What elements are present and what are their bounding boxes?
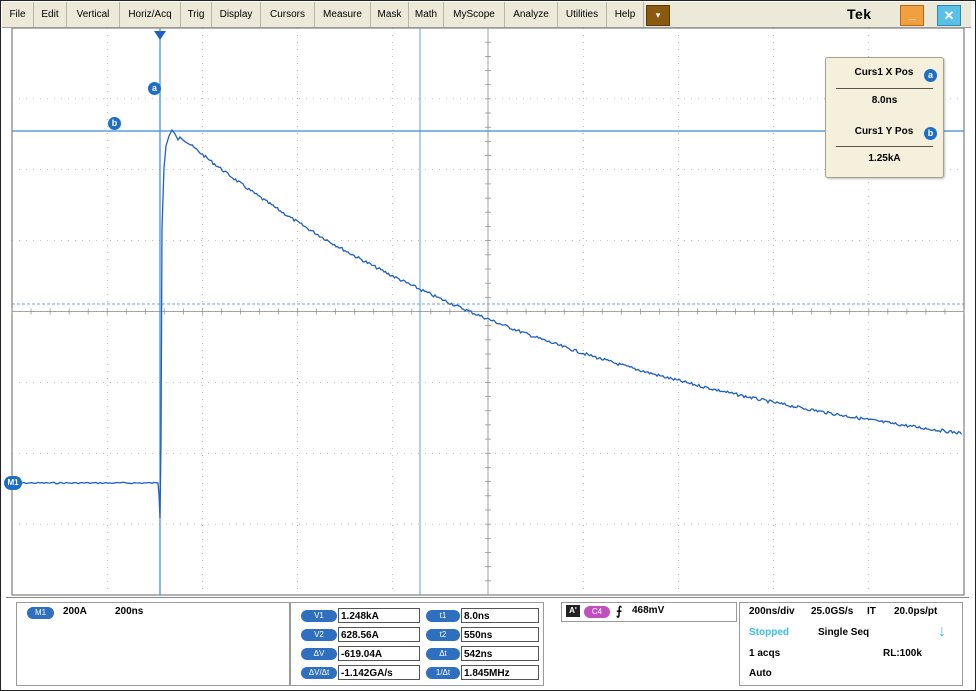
delta-t-value: 542ns [461, 646, 539, 661]
slew-value: -1.142GA/s [338, 665, 420, 680]
menu-myscope[interactable]: MyScope [444, 2, 505, 27]
curs1-y-value: 1.25kA [868, 153, 901, 164]
menu-mask[interactable]: Mask [371, 2, 409, 27]
menu-file[interactable]: File [2, 2, 34, 27]
cursor-a-badge: a [924, 69, 937, 82]
menu-horiz-acq[interactable]: Horiz/Acq [120, 2, 181, 27]
time-resolution: 20.0ps/pt [894, 606, 938, 617]
rising-edge-icon: ⨍ [616, 604, 623, 618]
menu-display[interactable]: Display [212, 2, 261, 27]
cursor-b-marker[interactable]: b [108, 117, 121, 130]
run-state: Stopped [749, 627, 789, 638]
freq-badge: 1/Δt [426, 667, 460, 679]
menu-analyze[interactable]: Analyze [505, 2, 558, 27]
v2-value: 628.56A [338, 627, 420, 642]
t1-value: 8.0ns [461, 608, 539, 623]
readout-divider [836, 88, 933, 89]
measure-panel[interactable]: V1 1.248kA V2 628.56A ΔV -619.04A ΔV/Δt … [290, 602, 544, 686]
close-button[interactable]: ✕ [937, 5, 961, 26]
trigger-level: 468mV [632, 605, 665, 616]
menu-dropdown-button[interactable]: ▾ [646, 5, 670, 26]
channel-ref-marker[interactable]: M1 [4, 476, 22, 490]
menu-measure[interactable]: Measure [315, 2, 371, 27]
horiz-scale: 200ns/div [749, 606, 795, 617]
curs1-y-label: Curs1 Y Pos [854, 126, 914, 137]
channel-scale: 200A [63, 606, 87, 617]
trigger-state: Auto [749, 668, 772, 679]
t2-badge: t2 [426, 629, 460, 641]
menu-math[interactable]: Math [409, 2, 444, 27]
menu-help[interactable]: Help [607, 2, 644, 27]
curs1-x-label: Curs1 X Pos [854, 67, 914, 78]
channel-timebase: 200ns [115, 606, 144, 617]
delta-v-value: -619.04A [338, 646, 420, 661]
v1-value: 1.248kA [338, 608, 420, 623]
delta-t-badge: Δt [426, 648, 460, 660]
t2-value: 550ns [461, 627, 539, 642]
freq-value: 1.845MHz [461, 665, 539, 680]
acq-count: 1 acqs [749, 648, 781, 659]
cursor-readout-box: Curs1 X Pos a 8.0ns Curs1 Y Pos b 1.25kA [825, 57, 944, 178]
menu-utilities[interactable]: Utilities [558, 2, 607, 27]
slew-badge: ΔV/Δt [301, 667, 337, 679]
trigger-mode-badge: A' [566, 605, 580, 617]
readout-divider [836, 146, 933, 147]
sample-rate: 25.0GS/s [811, 606, 854, 617]
menu-bar: File Edit Vertical Horiz/Acq Trig Displa… [2, 2, 971, 28]
menu-edit[interactable]: Edit [34, 2, 67, 27]
menu-trig[interactable]: Trig [181, 2, 212, 27]
menu-vertical[interactable]: Vertical [67, 2, 120, 27]
curs1-x-value: 8.0ns [871, 95, 898, 106]
sequence-mode: Single Seq [818, 627, 870, 638]
acquisition-panel[interactable]: 200ns/div 25.0GS/s IT 20.0ps/pt Stopped … [739, 602, 963, 686]
status-panel: M1 200A 200ns V1 1.248kA V2 628.56A ΔV -… [6, 597, 969, 686]
trigger-panel[interactable]: A' C4 ⨍ 468mV [561, 602, 737, 622]
v1-badge: V1 [301, 610, 337, 622]
channel-panel[interactable]: M1 200A 200ns [16, 602, 290, 686]
v2-badge: V2 [301, 629, 337, 641]
cursor-b-badge: b [924, 127, 937, 140]
acq-mode: IT [867, 606, 876, 617]
record-length: RL:100k [883, 648, 922, 659]
trigger-source-badge: C4 [584, 606, 610, 618]
cursor-a-marker[interactable]: a [148, 82, 161, 95]
delta-v-badge: ΔV [301, 648, 337, 660]
brand-logo: Tek [847, 6, 872, 22]
t1-badge: t1 [426, 610, 460, 622]
down-arrow-icon: ↓ [938, 623, 946, 640]
menu-cursors[interactable]: Cursors [261, 2, 315, 27]
channel-badge: M1 [27, 607, 54, 619]
minimize-button[interactable]: _ [900, 5, 924, 26]
